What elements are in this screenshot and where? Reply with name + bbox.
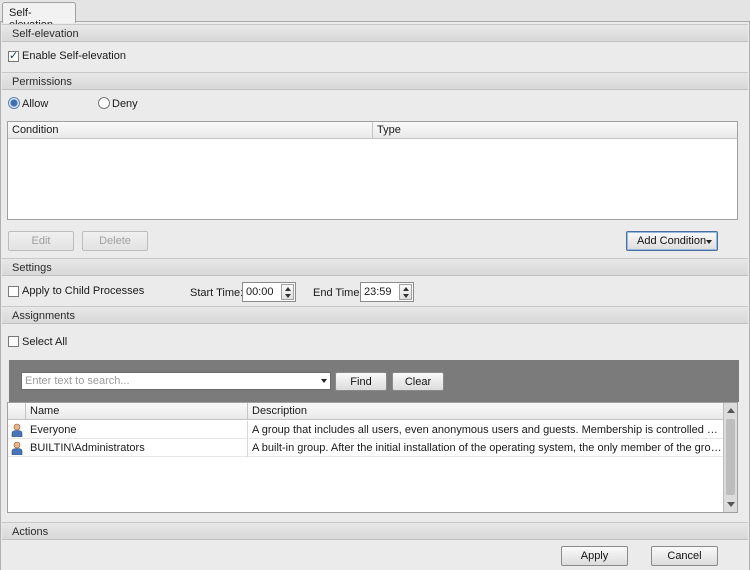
clear-button[interactable]: Clear xyxy=(392,372,444,391)
start-time-value: 00:00 xyxy=(246,286,274,298)
edit-button[interactable]: Edit xyxy=(8,231,74,251)
apply-child-processes-checkbox[interactable] xyxy=(8,286,19,297)
assignments-grid[interactable]: Name Description Everyone A group that i… xyxy=(7,402,738,513)
chevron-down-icon xyxy=(706,240,712,244)
vertical-scrollbar[interactable] xyxy=(723,403,737,512)
assignments-grid-header: Name Description xyxy=(8,403,723,420)
column-header-icon xyxy=(8,403,26,420)
conditions-grid[interactable]: Condition Type xyxy=(7,121,738,220)
spin-down-icon[interactable] xyxy=(285,294,291,298)
spin-up-icon[interactable] xyxy=(285,287,291,291)
end-time-label: End Time: xyxy=(313,287,363,299)
section-header-assignments: Assignments xyxy=(2,306,748,324)
start-time-spin-buttons[interactable] xyxy=(281,284,294,300)
user-icon xyxy=(11,423,23,437)
column-header-condition[interactable]: Condition xyxy=(8,122,373,139)
apply-button[interactable]: Apply xyxy=(561,546,628,566)
find-button[interactable]: Find xyxy=(335,372,387,391)
search-bar: Enter text to search... Find Clear xyxy=(9,360,739,402)
spin-down-icon[interactable] xyxy=(403,294,409,298)
row-name: Everyone xyxy=(26,421,248,439)
user-icon xyxy=(11,441,23,455)
add-condition-label: Add Condition xyxy=(637,235,707,247)
enable-self-elevation-label: Enable Self-elevation xyxy=(22,50,126,62)
deny-label: Deny xyxy=(112,98,138,110)
cancel-button[interactable]: Cancel xyxy=(651,546,718,566)
search-input[interactable]: Enter text to search... xyxy=(21,372,331,390)
delete-button[interactable]: Delete xyxy=(82,231,148,251)
apply-child-processes-label: Apply to Child Processes xyxy=(22,285,145,297)
row-description: A group that includes all users, even an… xyxy=(252,424,723,436)
deny-radio[interactable] xyxy=(98,97,110,109)
end-time-spinner[interactable]: 23:59 xyxy=(360,282,414,302)
start-time-spinner[interactable]: 00:00 xyxy=(242,282,296,302)
section-header-self-elevation: Self-elevation xyxy=(2,24,748,42)
end-time-value: 23:59 xyxy=(364,286,392,298)
table-row[interactable]: BUILTIN\Administrators A built-in group.… xyxy=(8,439,723,457)
allow-label: Allow xyxy=(22,98,49,110)
column-header-type[interactable]: Type xyxy=(373,122,737,139)
allow-radio[interactable] xyxy=(8,97,20,109)
chevron-down-icon[interactable] xyxy=(321,379,327,383)
conditions-grid-header: Condition Type xyxy=(8,122,737,139)
column-header-name[interactable]: Name xyxy=(26,403,248,420)
section-header-settings: Settings xyxy=(2,258,748,276)
scroll-up-icon[interactable] xyxy=(727,408,735,413)
add-condition-button[interactable]: Add Condition xyxy=(626,231,718,251)
search-placeholder: Enter text to search... xyxy=(25,375,130,387)
column-header-description[interactable]: Description xyxy=(248,403,723,420)
section-header-actions: Actions xyxy=(2,522,748,540)
tab-self-elevation[interactable]: Self-elevation xyxy=(2,2,76,31)
tab-strip: Self-elevation xyxy=(0,0,750,31)
start-time-label: Start Time: xyxy=(190,287,244,299)
row-description: A built-in group. After the initial inst… xyxy=(252,442,723,454)
select-all-label: Select All xyxy=(22,336,68,348)
scroll-down-icon[interactable] xyxy=(727,502,735,507)
select-all-checkbox[interactable] xyxy=(8,336,19,347)
row-name: BUILTIN\Administrators xyxy=(26,439,248,457)
table-row[interactable]: Everyone A group that includes all users… xyxy=(8,421,723,439)
enable-self-elevation-checkbox[interactable] xyxy=(8,49,19,62)
section-header-permissions: Permissions xyxy=(2,72,748,90)
scrollbar-thumb[interactable] xyxy=(726,419,735,495)
spin-up-icon[interactable] xyxy=(403,287,409,291)
end-time-spin-buttons[interactable] xyxy=(399,284,412,300)
